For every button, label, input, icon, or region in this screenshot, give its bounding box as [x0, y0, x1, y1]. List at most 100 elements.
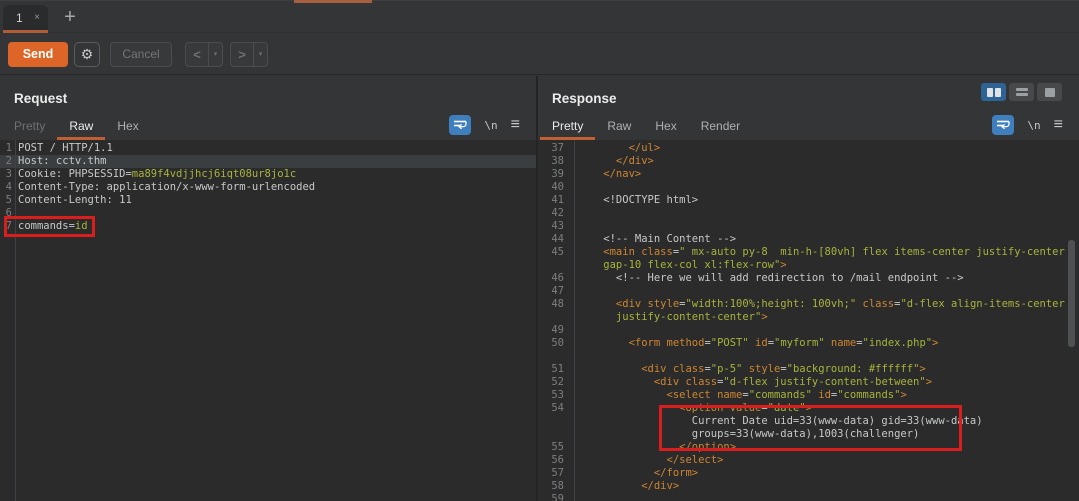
tab-raw[interactable]: Raw: [595, 116, 643, 140]
tab-pretty[interactable]: Pretty: [2, 116, 57, 140]
code-line: 37 </ul>: [538, 142, 1079, 155]
menu-icon[interactable]: ≡: [1054, 120, 1063, 130]
line-number: [538, 311, 564, 324]
code-line: gap-10 flex-col xl:flex-row">: [538, 259, 1079, 272]
code-line: 5Content-Length: 11: [0, 194, 536, 207]
line-number: 41: [538, 194, 564, 207]
code-line: [538, 350, 1079, 363]
line-number: 54: [538, 402, 564, 415]
code-line: 57 </form>: [538, 467, 1079, 480]
code-line: 45 <main class=" mx-auto py-8 min-h-[80v…: [538, 246, 1079, 259]
response-header: Response Pretty Raw Hex Render \n ≡: [538, 76, 1079, 140]
response-panel: Response Pretty Raw Hex Render \n ≡ 37 <…: [538, 76, 1079, 501]
request-header: Request Pretty Raw Hex \n ≡: [0, 76, 536, 140]
response-editor[interactable]: 37 </ul>38 </div>39 </nav>4041 <!DOCTYPE…: [538, 140, 1079, 501]
line-number: 7: [0, 220, 12, 233]
history-nav-group: < ▾ > ▾: [185, 42, 268, 67]
back-arrow-icon: <: [186, 47, 208, 62]
request-header-icons: \n ≡: [449, 115, 520, 135]
line-number: 39: [538, 168, 564, 181]
panel-divider[interactable]: [536, 76, 538, 501]
line-number: 48: [538, 298, 564, 311]
code-line: 2Host: cctv.thm: [0, 155, 536, 168]
burp-repeater-window: { "icons": { "close": "×", "plus": "+", …: [0, 0, 1079, 501]
line-number: 51: [538, 363, 564, 376]
word-wrap-glyph: [453, 119, 467, 131]
line-number: [538, 350, 564, 363]
line-number: 38: [538, 155, 564, 168]
response-view-tabs: Pretty Raw Hex Render: [540, 116, 752, 140]
repeater-tab-1[interactable]: 1 ×: [3, 5, 48, 33]
line-number: 40: [538, 181, 564, 194]
tab-raw[interactable]: Raw: [57, 116, 105, 140]
code-line: 41 <!DOCTYPE html>: [538, 194, 1079, 207]
code-line: 54 <option value="date">: [538, 402, 1079, 415]
request-view-tabs: Pretty Raw Hex: [2, 116, 151, 140]
forward-arrow-icon: >: [231, 47, 253, 62]
code-line: 1POST / HTTP/1.1: [0, 142, 536, 155]
repeater-toolbar: Send ⚙ Cancel < ▾ > ▾: [0, 34, 1079, 75]
code-line: 42: [538, 207, 1079, 220]
line-number: 2: [0, 155, 12, 168]
code-line: Current Date uid=33(www-data) gid=33(www…: [538, 415, 1079, 428]
tab-hex[interactable]: Hex: [105, 116, 150, 140]
single-pane-glyph: [1045, 88, 1055, 97]
gear-icon[interactable]: ⚙: [74, 42, 100, 67]
line-number: 55: [538, 441, 564, 454]
vertical-scrollbar[interactable]: [1068, 240, 1075, 347]
repeater-tab-strip: 1 × +: [0, 0, 1079, 33]
cancel-button[interactable]: Cancel: [110, 42, 172, 67]
line-number: [538, 259, 564, 272]
response-header-icons: \n ≡: [992, 115, 1063, 135]
code-line: 52 <div class="d-flex justify-content-be…: [538, 376, 1079, 389]
newline-toggle-icon[interactable]: \n: [1027, 119, 1040, 132]
tab-render[interactable]: Render: [689, 116, 752, 140]
new-tab-button[interactable]: +: [57, 3, 83, 31]
line-number: 5: [0, 194, 12, 207]
line-number: 53: [538, 389, 564, 402]
line-number: 59: [538, 493, 564, 501]
code-line: 43: [538, 220, 1079, 233]
response-title: Response: [552, 91, 617, 106]
line-number: 50: [538, 337, 564, 350]
request-title: Request: [14, 91, 67, 106]
layout-rows-button[interactable]: [1009, 83, 1034, 101]
code-line: 51 <div class="p-5" style="background: #…: [538, 363, 1079, 376]
line-number: 3: [0, 168, 12, 181]
tab-hex[interactable]: Hex: [643, 116, 688, 140]
code-line: 55 </option>: [538, 441, 1079, 454]
code-line: 56 </select>: [538, 454, 1079, 467]
send-button[interactable]: Send: [8, 42, 68, 67]
code-line: 47: [538, 285, 1079, 298]
word-wrap-icon[interactable]: [449, 115, 471, 135]
request-editor[interactable]: 1POST / HTTP/1.12Host: cctv.thm3Cookie: …: [0, 140, 536, 501]
word-wrap-icon[interactable]: [992, 115, 1014, 135]
code-line: 7commands=id: [0, 220, 536, 233]
line-number: 52: [538, 376, 564, 389]
menu-icon[interactable]: ≡: [511, 120, 520, 130]
back-button[interactable]: < ▾: [185, 42, 223, 67]
code-line: 46 <!-- Here we will add redirection to …: [538, 272, 1079, 285]
layout-switcher: [981, 83, 1062, 101]
close-icon[interactable]: ×: [34, 12, 40, 23]
line-number: [538, 415, 564, 428]
forward-dropdown-icon[interactable]: ▾: [254, 50, 267, 58]
line-number: 56: [538, 454, 564, 467]
code-line: 48 <div style="width:100%;height: 100vh;…: [538, 298, 1079, 311]
layout-single-button[interactable]: [1037, 83, 1062, 101]
code-line: 59: [538, 493, 1079, 501]
back-dropdown-icon[interactable]: ▾: [209, 50, 222, 58]
newline-toggle-icon[interactable]: \n: [484, 119, 497, 132]
repeater-tab-label: 1: [16, 11, 23, 25]
code-line: 4Content-Type: application/x-www-form-ur…: [0, 181, 536, 194]
code-line: 58 </div>: [538, 480, 1079, 493]
forward-button[interactable]: > ▾: [230, 42, 268, 67]
line-number: [538, 428, 564, 441]
code-line: groups=33(www-data),1003(challenger): [538, 428, 1079, 441]
line-number: 43: [538, 220, 564, 233]
line-number: 57: [538, 467, 564, 480]
code-line: 38 </div>: [538, 155, 1079, 168]
line-number: 37: [538, 142, 564, 155]
layout-columns-button[interactable]: [981, 83, 1006, 101]
tab-pretty[interactable]: Pretty: [540, 116, 595, 140]
